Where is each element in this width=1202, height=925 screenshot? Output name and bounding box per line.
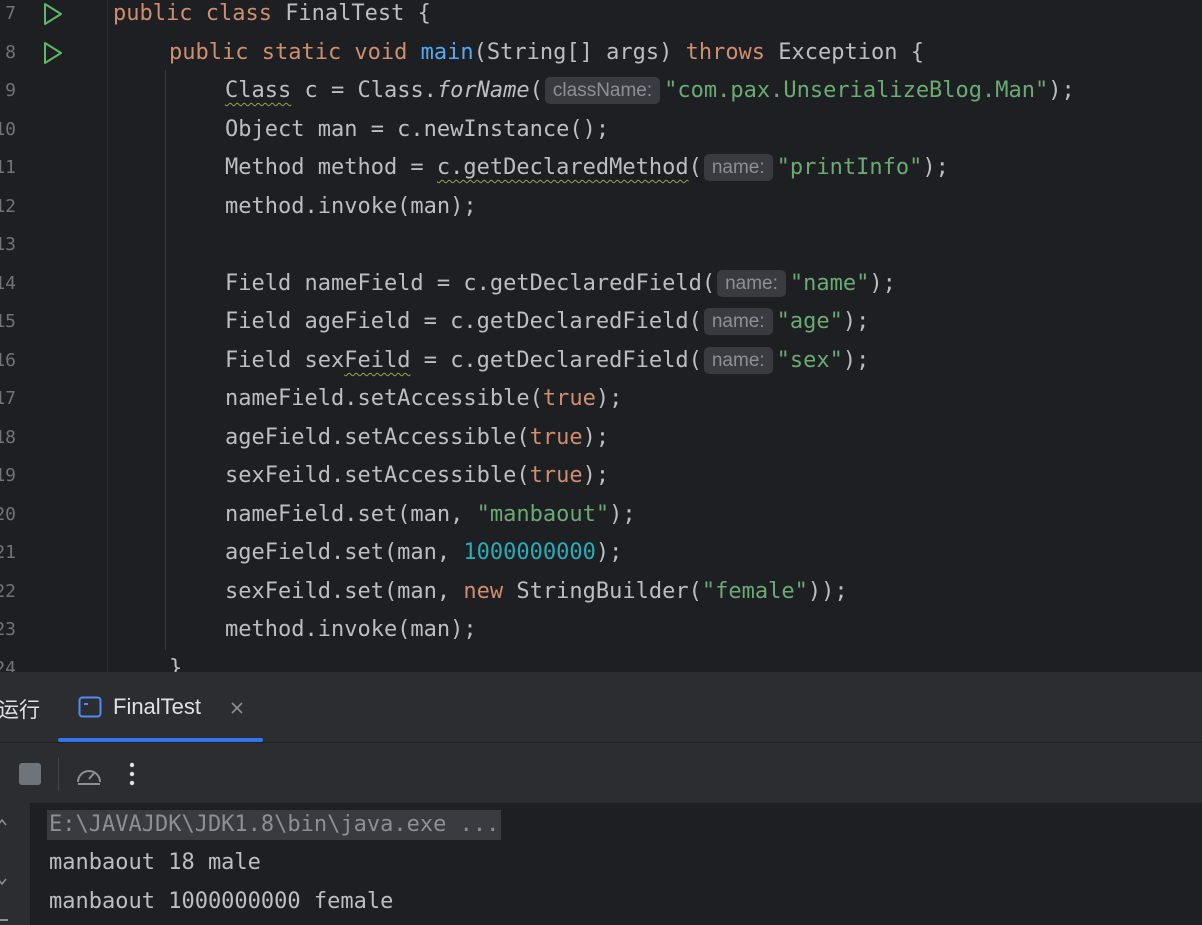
gutter-separator	[107, 0, 108, 672]
console-output-line: manbaout 1000000000 female	[49, 889, 394, 914]
parameter-hint: name:	[703, 347, 773, 374]
line-number: 19	[0, 465, 16, 486]
toolbar-divider	[58, 757, 59, 791]
parameter-hint: className:	[544, 77, 661, 104]
line-number: 20	[0, 504, 16, 525]
line-number: 23	[0, 619, 16, 640]
run-toolbar	[0, 743, 1202, 803]
console-window-icon	[78, 696, 102, 718]
parameter-hint: name:	[703, 154, 773, 181]
line-number: 14	[0, 273, 16, 294]
line-number: 21	[0, 542, 16, 563]
code-line-22: sexFeild.set(man, new StringBuilder("fem…	[225, 579, 848, 604]
line-number: 16	[0, 350, 16, 371]
code-line-9: Class c = Class.forName(className: "com.p…	[225, 77, 1075, 104]
scroll-up-icon[interactable]	[0, 817, 8, 829]
tab-finaltest[interactable]: FinalTest	[58, 672, 263, 742]
line-number: 11	[0, 157, 16, 178]
active-tab-indicator	[58, 738, 263, 742]
run-main-icon[interactable]	[40, 41, 66, 65]
console-output-line: manbaout 18 male	[49, 850, 261, 875]
scroll-down-icon[interactable]	[0, 875, 8, 887]
code-line-14: Field nameField = c.getDeclaredField(nam…	[225, 270, 896, 297]
line-number: 15	[0, 311, 16, 332]
code-line-16: Field sexFeild = c.getDeclaredField(name…	[225, 347, 870, 374]
line-number: 9	[5, 80, 16, 101]
close-icon[interactable]	[229, 700, 245, 716]
code-line-12: method.invoke(man);	[225, 194, 477, 219]
code-line-18: ageField.setAccessible(true);	[225, 425, 610, 450]
run-window-label: 运行	[0, 699, 40, 722]
parameter-hint: name:	[717, 270, 786, 297]
code-editor[interactable]: 7 8 9 10 11 12 13 14 15 16 17 18 19 20 2…	[0, 0, 1202, 672]
code-line-17: nameField.setAccessible(true);	[225, 386, 623, 411]
scroll-end-icon[interactable]	[0, 919, 8, 921]
console-output[interactable]: E:\JAVAJDK\JDK1.8\bin\java.exe ... manba…	[0, 803, 1202, 925]
code-line-24: }	[169, 656, 183, 672]
line-number: 7	[5, 3, 16, 24]
code-line-23: method.invoke(man);	[225, 617, 477, 642]
parameter-hint: name:	[703, 308, 773, 335]
code-line-19: sexFeild.setAccessible(true);	[225, 463, 610, 488]
stop-icon[interactable]	[19, 763, 41, 785]
line-number: 10	[0, 119, 16, 140]
more-vertical-icon[interactable]	[127, 760, 137, 788]
line-number: 17	[0, 388, 16, 409]
code-line-21: ageField.set(man, 1000000000);	[225, 540, 623, 565]
code-line-8: public static void main(String[] args) t…	[169, 40, 925, 65]
code-line-15: Field ageField = c.getDeclaredField(name…	[225, 308, 870, 335]
code-line-10: Object man = c.newInstance();	[225, 117, 610, 142]
code-line-11: Method method = c.getDeclaredMethod(name…	[225, 154, 949, 181]
line-number: 22	[0, 581, 16, 602]
line-number: 8	[5, 42, 16, 63]
run-tab-bar: 运行 FinalTest	[0, 672, 1202, 743]
speedometer-icon[interactable]	[74, 760, 104, 788]
console-gutter	[0, 803, 30, 925]
run-class-icon[interactable]	[40, 2, 66, 26]
tab-title: FinalTest	[113, 694, 202, 719]
console-command-line[interactable]: E:\JAVAJDK\JDK1.8\bin\java.exe ...	[47, 810, 502, 840]
code-line-7: public class FinalTest {	[113, 1, 431, 26]
line-number: 13	[0, 234, 16, 255]
line-number: 18	[0, 427, 16, 448]
line-number: 12	[0, 196, 16, 217]
line-gutter: 7 8 9 10 11 12 13 14 15 16 17 18 19 20 2…	[0, 0, 108, 672]
line-number: 24	[0, 658, 16, 673]
indent-guide	[165, 70, 166, 650]
code-line-20: nameField.set(man, "manbaout");	[225, 502, 636, 527]
